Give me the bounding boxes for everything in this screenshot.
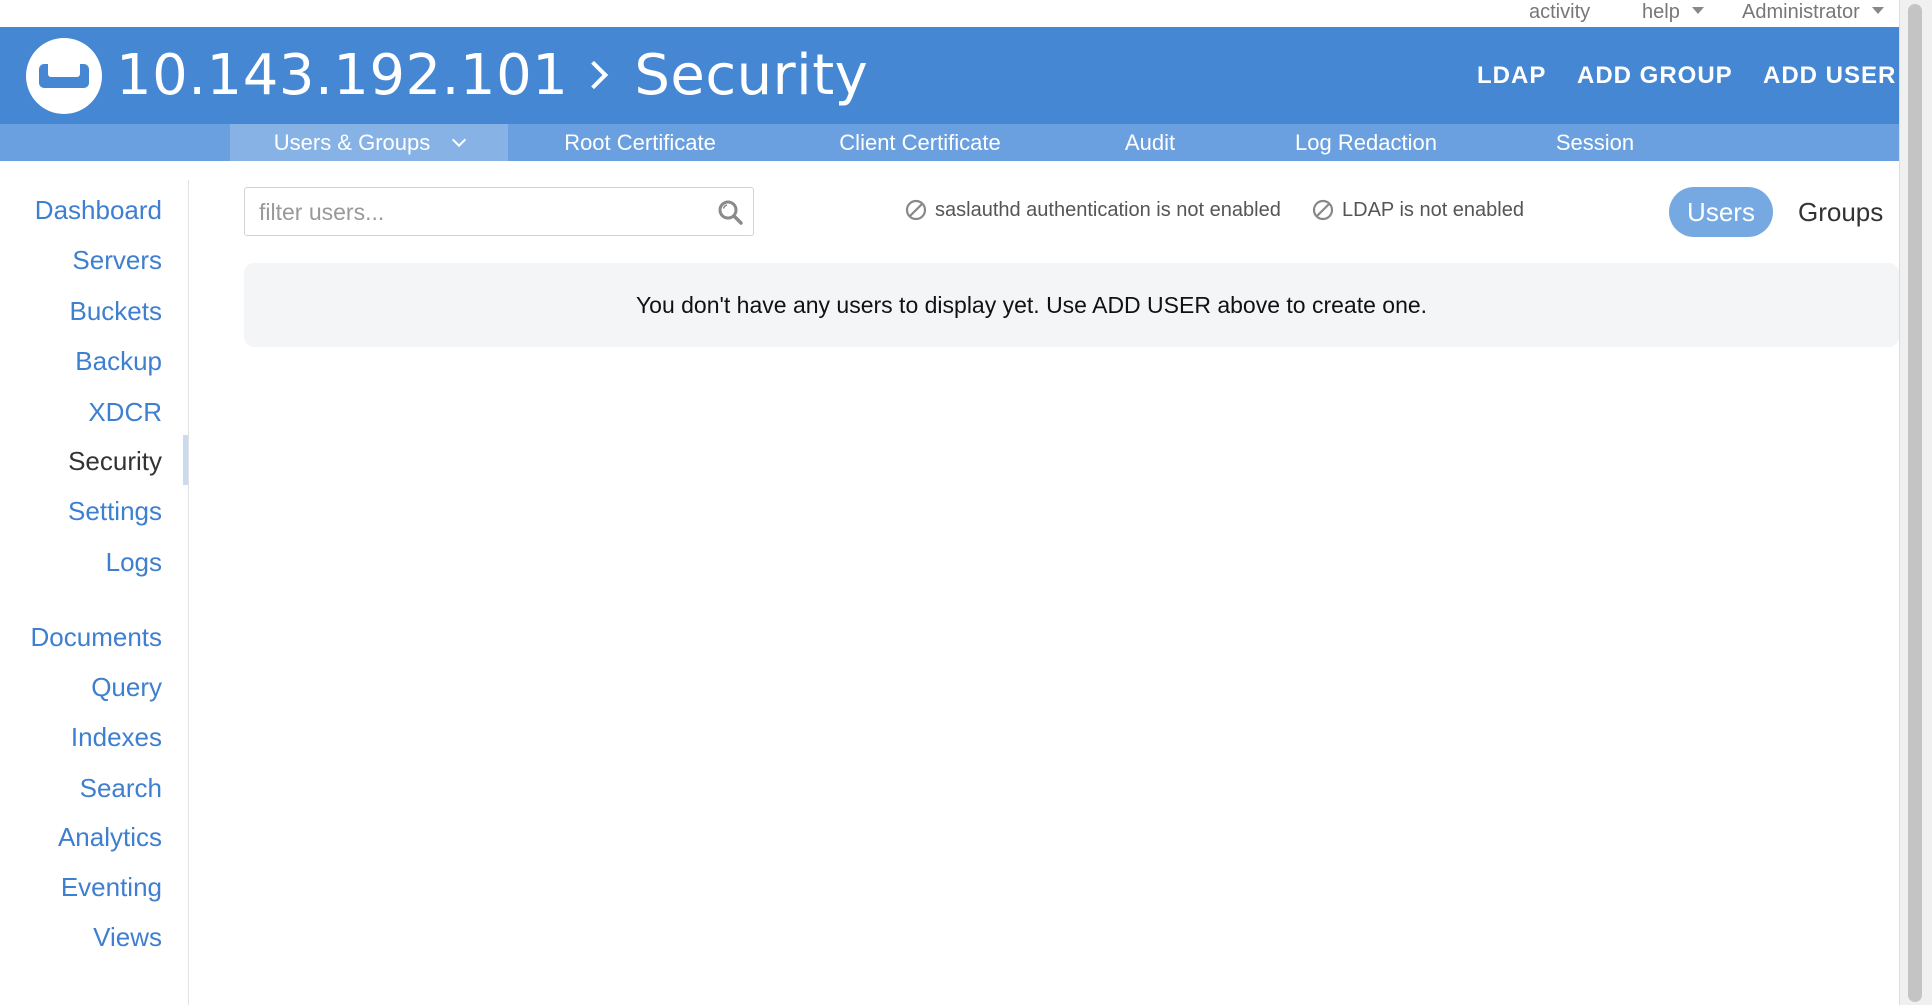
breadcrumb-host[interactable]: 10.143.192.101 <box>116 43 568 108</box>
sidebar-item-eventing[interactable]: Eventing <box>61 867 162 907</box>
sidebar-nav: Dashboard Servers Buckets Backup XDCR Se… <box>0 180 189 1005</box>
utility-bar: activity help Administrator <box>0 0 1900 27</box>
disabled-icon <box>905 199 927 221</box>
sidebar-item-views[interactable]: Views <box>93 917 162 957</box>
chevron-down-icon <box>452 132 467 148</box>
sidebar-item-security[interactable]: Security <box>68 441 162 481</box>
page-scrollbar[interactable] <box>1899 0 1932 1005</box>
sidebar-item-dashboard[interactable]: Dashboard <box>35 190 162 230</box>
help-menu[interactable]: help <box>1642 0 1704 27</box>
add-group-button[interactable]: ADD GROUP <box>1577 27 1733 124</box>
breadcrumb: 10.143.192.101 Security <box>116 39 868 111</box>
app-header: 10.143.192.101 Security LDAP ADD GROUP A… <box>0 27 1899 124</box>
toggle-groups-button[interactable]: Groups <box>1798 187 1883 237</box>
active-indicator <box>183 435 188 485</box>
sidebar-item-documents[interactable]: Documents <box>31 617 163 657</box>
add-user-button[interactable]: ADD USER <box>1763 27 1896 124</box>
empty-state-panel: You don't have any users to display yet.… <box>244 263 1899 347</box>
scrollbar-thumb[interactable] <box>1908 4 1922 1002</box>
tab-session[interactable]: Session <box>1540 124 1650 161</box>
search-icon[interactable] <box>717 199 743 225</box>
sidebar-item-indexes[interactable]: Indexes <box>71 717 162 757</box>
sidebar-item-search[interactable]: Search <box>80 768 162 808</box>
tab-audit[interactable]: Audit <box>1110 124 1190 161</box>
chevron-right-icon <box>580 60 609 90</box>
saslauthd-notice-text: saslauthd authentication is not enabled <box>935 199 1281 221</box>
tab-root-certificate[interactable]: Root Certificate <box>540 124 740 161</box>
help-label: help <box>1642 1 1680 23</box>
ldap-notice: LDAP is not enabled <box>1312 196 1524 224</box>
sidebar-item-logs[interactable]: Logs <box>106 542 162 582</box>
toggle-users-button[interactable]: Users <box>1669 187 1773 237</box>
user-menu[interactable]: Administrator <box>1742 0 1884 27</box>
sidebar-item-buckets[interactable]: Buckets <box>70 291 163 331</box>
tab-client-certificate[interactable]: Client Certificate <box>820 124 1020 161</box>
chevron-down-icon <box>1871 7 1884 15</box>
ldap-notice-text: LDAP is not enabled <box>1342 199 1524 221</box>
tab-log-redaction[interactable]: Log Redaction <box>1280 124 1452 161</box>
sidebar-item-backup[interactable]: Backup <box>75 341 162 381</box>
security-subnav: Users & Groups Root Certificate Client C… <box>0 124 1899 161</box>
sidebar-item-query[interactable]: Query <box>91 667 162 707</box>
disabled-icon <box>1312 199 1334 221</box>
ldap-button[interactable]: LDAP <box>1477 27 1546 124</box>
couchbase-logo[interactable] <box>26 38 102 114</box>
sidebar-item-settings[interactable]: Settings <box>68 491 162 531</box>
filter-users-input[interactable] <box>257 188 701 237</box>
page-title: Security <box>634 42 869 108</box>
sidebar-item-xdcr[interactable]: XDCR <box>88 392 162 432</box>
user-label: Administrator <box>1742 1 1860 23</box>
empty-state-message: You don't have any users to display yet.… <box>635 292 1428 318</box>
sidebar-item-analytics[interactable]: Analytics <box>58 817 162 857</box>
chevron-down-icon <box>1691 7 1704 15</box>
tab-label: Users & Groups <box>273 130 431 155</box>
filter-users-field[interactable] <box>244 187 754 237</box>
tab-users-groups[interactable]: Users & Groups <box>230 124 508 161</box>
sidebar-item-servers[interactable]: Servers <box>72 240 162 280</box>
saslauthd-notice: saslauthd authentication is not enabled <box>905 196 1281 224</box>
activity-link[interactable]: activity <box>1529 0 1590 27</box>
